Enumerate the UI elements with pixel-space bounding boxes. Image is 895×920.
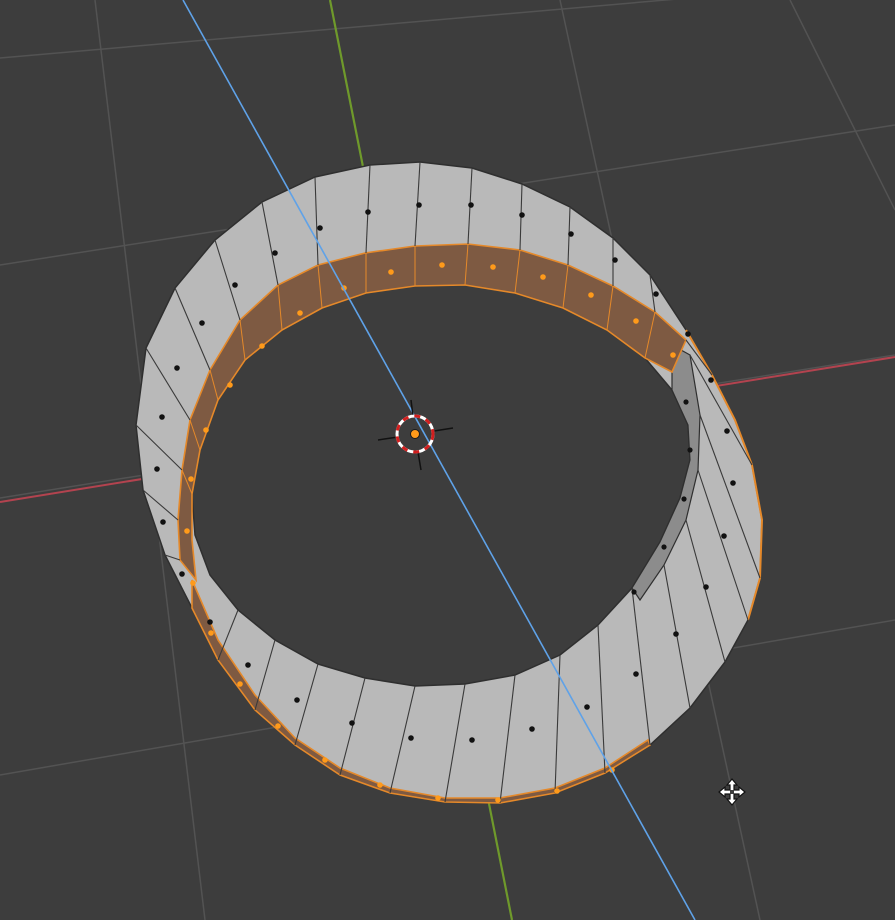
viewport-scene[interactable] [0,0,895,920]
object-origin-icon [410,429,420,439]
cylinder-mesh[interactable] [135,161,764,804]
move-cursor-icon [718,778,746,806]
3d-viewport[interactable] [0,0,895,920]
